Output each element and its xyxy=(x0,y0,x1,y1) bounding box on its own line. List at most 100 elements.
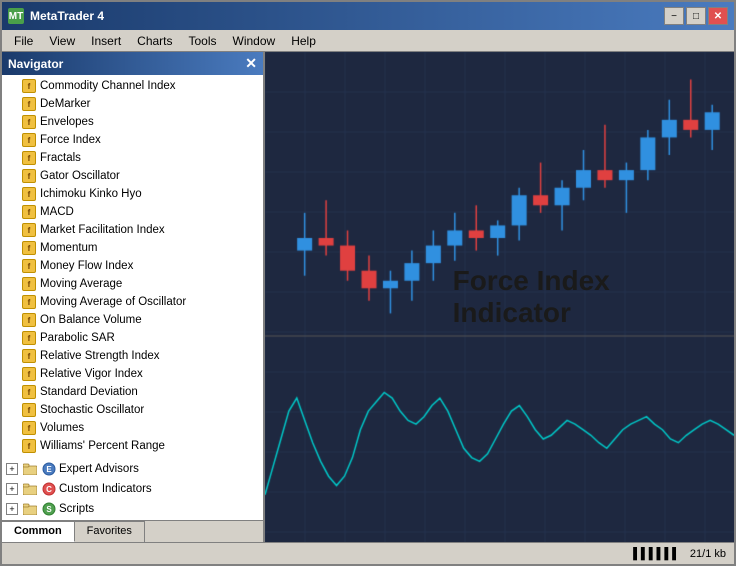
list-item[interactable]: f Ichimoku Kinko Hyo xyxy=(2,185,263,203)
chart-status-icon: ▌▌▌▌▌▌ xyxy=(633,548,680,560)
tab-common[interactable]: Common xyxy=(2,521,75,542)
indicator-label: Williams' Percent Range xyxy=(40,440,165,452)
list-item[interactable]: f Envelopes xyxy=(2,113,263,131)
list-item[interactable]: f Fractals xyxy=(2,149,263,167)
menu-window[interactable]: Window xyxy=(225,32,284,50)
svg-text:S: S xyxy=(46,505,52,514)
main-chart-canvas xyxy=(265,52,734,542)
indicator-icon: f xyxy=(22,349,36,363)
list-item[interactable]: f DeMarker xyxy=(2,95,263,113)
indicator-label: Commodity Channel Index xyxy=(40,80,176,92)
list-item[interactable]: f Commodity Channel Index xyxy=(2,77,263,95)
expand-icon[interactable]: + xyxy=(6,503,18,515)
navigator-title: Navigator xyxy=(8,57,63,71)
rvi-label: Relative Vigor Index xyxy=(40,368,143,380)
menu-help[interactable]: Help xyxy=(283,32,324,50)
indicator-icon: f xyxy=(22,151,36,165)
indicator-icon: f xyxy=(22,223,36,237)
indicator-icon: f xyxy=(22,187,36,201)
scripts-folder[interactable]: + S Scripts xyxy=(2,499,263,519)
navigator-header: Navigator ✕ xyxy=(2,52,263,75)
indicator-icon: f xyxy=(22,205,36,219)
maximize-button[interactable]: □ xyxy=(686,7,706,25)
custom-indicators-icon: C xyxy=(42,482,56,496)
list-item[interactable]: f On Balance Volume xyxy=(2,311,263,329)
list-item[interactable]: f Williams' Percent Range xyxy=(2,437,263,455)
indicator-icon: f xyxy=(22,439,36,453)
indicator-icon: f xyxy=(22,169,36,183)
list-item[interactable]: f Stochastic Oscillator xyxy=(2,401,263,419)
indicator-label: Momentum xyxy=(40,242,98,254)
expert-advisors-icon: E xyxy=(42,462,56,476)
indicator-icon: f xyxy=(22,367,36,381)
indicator-label: MACD xyxy=(40,206,74,218)
indicator-icon: f xyxy=(22,133,36,147)
list-item[interactable]: f MACD xyxy=(2,203,263,221)
indicator-label: Parabolic SAR xyxy=(40,332,115,344)
main-area: Navigator ✕ f Commodity Channel Index f … xyxy=(2,52,734,542)
menu-view[interactable]: View xyxy=(41,32,83,50)
menu-tools[interactable]: Tools xyxy=(181,32,225,50)
tab-favorites[interactable]: Favorites xyxy=(75,521,145,542)
indicator-icon: f xyxy=(22,421,36,435)
svg-text:C: C xyxy=(46,485,52,494)
indicator-icon: f xyxy=(22,79,36,93)
chart-area[interactable]: Force Index Indicator xyxy=(265,52,734,542)
indicator-label: Volumes xyxy=(40,422,84,434)
folder-icon xyxy=(22,481,38,497)
indicator-icon: f xyxy=(22,97,36,111)
title-controls: − □ ✕ xyxy=(664,7,728,25)
navigator-tabs: Common Favorites xyxy=(2,520,263,542)
expert-advisors-label: Expert Advisors xyxy=(59,463,139,475)
window-title: MetaTrader 4 xyxy=(30,9,104,23)
list-item[interactable]: f Gator Oscillator xyxy=(2,167,263,185)
menu-insert[interactable]: Insert xyxy=(83,32,129,50)
list-item[interactable]: f Moving Average xyxy=(2,275,263,293)
menu-bar: File View Insert Charts Tools Window Hel… xyxy=(2,30,734,52)
force-index-label: Force Index xyxy=(40,134,101,146)
minimize-button[interactable]: − xyxy=(664,7,684,25)
list-item[interactable]: f Money Flow Index xyxy=(2,257,263,275)
std-dev-label: Standard Deviation xyxy=(40,386,138,398)
indicator-label: Moving Average xyxy=(40,278,122,290)
list-item[interactable]: f Relative Strength Index xyxy=(2,347,263,365)
list-item[interactable]: f Momentum xyxy=(2,239,263,257)
list-item[interactable]: f Market Facilitation Index xyxy=(2,221,263,239)
expert-advisors-folder[interactable]: + E Expert Advisors xyxy=(2,459,263,479)
navigator-body[interactable]: f Commodity Channel Index f DeMarker f E… xyxy=(2,75,263,520)
list-item[interactable]: f Force Index xyxy=(2,131,263,149)
scripts-label: Scripts xyxy=(59,503,94,515)
app-icon: MT xyxy=(8,8,24,24)
navigator-close-button[interactable]: ✕ xyxy=(245,55,257,72)
menu-charts[interactable]: Charts xyxy=(129,32,180,50)
folder-icon xyxy=(22,461,38,477)
indicator-icon: f xyxy=(22,277,36,291)
indicator-icon: f xyxy=(22,259,36,273)
title-bar: MT MetaTrader 4 − □ ✕ xyxy=(2,2,734,30)
scripts-icon: S xyxy=(42,502,56,516)
list-item[interactable]: f Standard Deviation xyxy=(2,383,263,401)
list-item[interactable]: f Moving Average of Oscillator xyxy=(2,293,263,311)
indicator-label: Envelopes xyxy=(40,116,94,128)
custom-indicators-folder[interactable]: + C Custom Indicators xyxy=(2,479,263,499)
market-facilitation-label: Market Facilitation Index xyxy=(40,224,165,236)
menu-file[interactable]: File xyxy=(6,32,41,50)
list-item[interactable]: f Volumes xyxy=(2,419,263,437)
list-item[interactable]: f Relative Vigor Index xyxy=(2,365,263,383)
expand-icon[interactable]: + xyxy=(6,483,18,495)
status-bar: ▌▌▌▌▌▌ 21/1 kb xyxy=(2,542,734,564)
indicator-icon: f xyxy=(22,115,36,129)
title-bar-left: MT MetaTrader 4 xyxy=(8,8,104,24)
indicator-label: Ichimoku Kinko Hyo xyxy=(40,188,142,200)
list-item[interactable]: f Parabolic SAR xyxy=(2,329,263,347)
expand-icon[interactable]: + xyxy=(6,463,18,475)
indicator-label: Moving Average of Oscillator xyxy=(40,296,186,308)
money-flow-label: Money Flow Index xyxy=(40,260,133,272)
navigator-panel: Navigator ✕ f Commodity Channel Index f … xyxy=(2,52,265,542)
indicator-icon: f xyxy=(22,403,36,417)
indicator-icon: f xyxy=(22,295,36,309)
indicator-label: Fractals xyxy=(40,152,81,164)
indicator-icon: f xyxy=(22,385,36,399)
close-button[interactable]: ✕ xyxy=(708,7,728,25)
svg-text:E: E xyxy=(46,465,52,474)
